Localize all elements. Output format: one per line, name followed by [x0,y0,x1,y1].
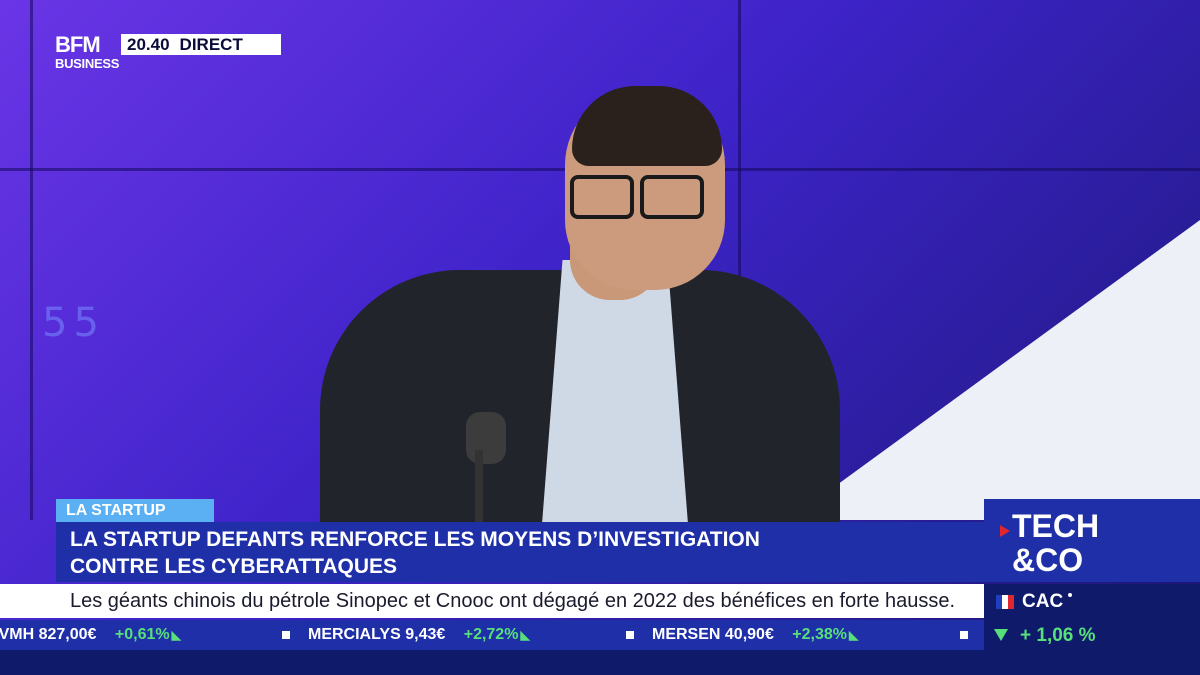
live-time-box: 20.40 DIRECT [121,34,281,55]
up-arrow-icon: ◣ [171,628,181,642]
tech-co-logo: TECH &CO [1000,508,1099,577]
stock-item: MERCIALYS 9,43€ +2,72% ◣ [308,620,530,650]
clock-time: 20.40 [127,35,170,54]
logo-business: BUSINESS [55,56,120,71]
left-lens [570,175,634,219]
up-arrow-icon: ◣ [849,628,859,642]
index-panel: CAC + 1,06 % [984,584,1200,675]
headline-banner: LA STARTUP DEFANTS RENFORCE LES MOYENS D… [56,522,984,582]
separator-square [960,631,968,639]
separator-square [282,631,290,639]
stock-name: LVMH [0,626,35,643]
show-title-line-2: &CO [1012,542,1083,577]
microphone [466,412,506,464]
stock-change: +2,72% [463,626,519,643]
french-flag-icon [996,595,1014,609]
stock-price: 9,43€ [405,626,446,643]
microphone-stand [475,450,483,530]
logo-bfm: BFM [55,32,101,57]
stock-price: 40,90€ [724,626,774,643]
live-label: DIRECT [179,35,243,54]
wall-seam [30,0,33,520]
up-arrow-icon: ◣ [520,628,530,642]
index-change: + 1,06 % [1020,625,1096,646]
hair [572,86,722,166]
show-title-line-1: TECH [1012,508,1099,544]
stock-item: LVMH 827,00€ +0,61%◣ [0,620,181,650]
news-ticker: Les géants chinois du pétrole Sinopec et… [0,584,984,618]
right-lens [640,175,704,219]
index-name: CAC [1022,591,1064,612]
bottom-band [0,650,984,675]
headline-line-2: CONTRE LES CYBERATTAQUES [70,555,398,578]
stock-change: +0,61% [114,626,170,643]
guest-speaker [300,80,860,550]
segment-tag: LA STARTUP [56,499,214,522]
stock-name: MERCIALYS [308,626,401,643]
studio-light-panel [830,220,1200,520]
stock-change: +2,38% [792,626,848,643]
show-red-chevron-icon [1000,525,1010,537]
background-digits: 55 [42,300,105,346]
stock-name: MERSEN [652,626,721,643]
stock-ticker: LVMH 827,00€ +0,61%◣ MERCIALYS 9,43€ +2,… [0,620,984,650]
headline-line-1: LA STARTUP DEFANTS RENFORCE LES MOYENS D… [70,528,760,551]
glasses [570,175,705,219]
stock-price: 827,00€ [38,626,97,643]
index-indicator-dot [1068,593,1072,597]
shirt [540,260,690,550]
show-logo-panel: TECH &CO [984,499,1200,582]
up-arrow-icon [994,629,1008,641]
separator-square [626,631,634,639]
stock-item: MERSEN 40,90€ +2,38% ◣ [652,620,858,650]
